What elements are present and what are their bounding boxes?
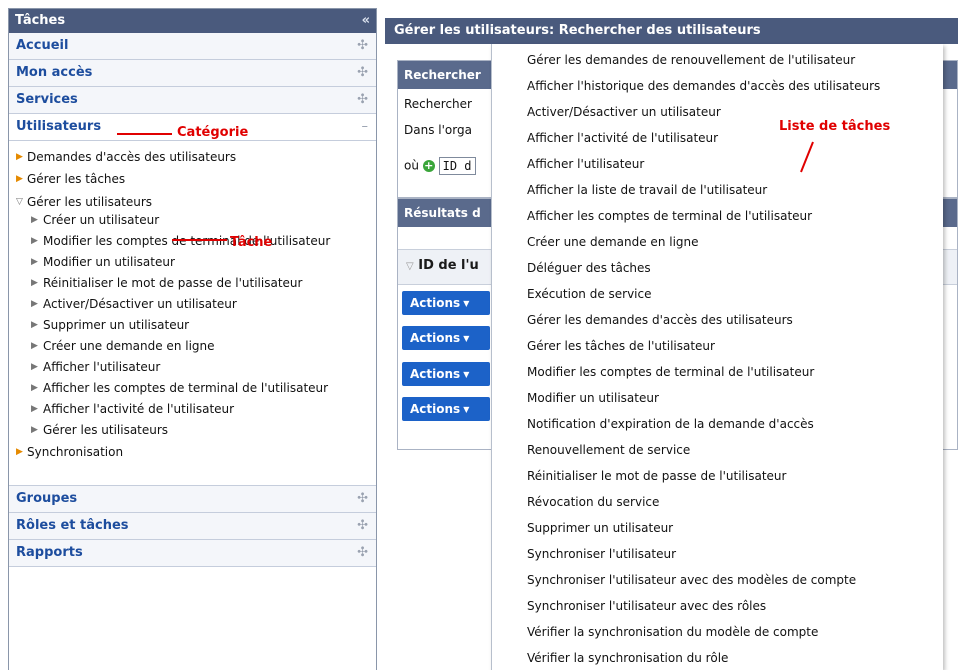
menu-item[interactable]: Renouvellement de service bbox=[527, 443, 690, 457]
triangle-right-icon: ▶ bbox=[31, 320, 38, 330]
collapse-icon[interactable]: « bbox=[362, 9, 370, 33]
menu-item[interactable]: Afficher l'historique des demandes d'acc… bbox=[527, 79, 880, 93]
tree-task[interactable]: Gérer les utilisateurs bbox=[43, 423, 168, 437]
actions-button[interactable]: Actions ▼ bbox=[402, 326, 490, 350]
category-mon-acces[interactable]: Mon accès ✣ bbox=[9, 60, 376, 87]
tree-node[interactable]: Gérer les tâches bbox=[27, 172, 125, 186]
menu-item[interactable]: Synchroniser l'utilisateur avec des modè… bbox=[527, 573, 856, 587]
triangle-right-icon: ▶ bbox=[31, 425, 38, 435]
triangle-right-icon: ▶ bbox=[16, 152, 23, 162]
actions-button[interactable]: Actions ▼ bbox=[402, 397, 490, 421]
triangle-right-icon: ▶ bbox=[31, 341, 38, 351]
category-label[interactable]: Services bbox=[16, 92, 78, 107]
menu-item[interactable]: Afficher la liste de travail de l'utilis… bbox=[527, 183, 767, 197]
tree-task[interactable]: Afficher l'utilisateur bbox=[43, 360, 160, 374]
task-annotation-line bbox=[172, 239, 227, 241]
category-rapports[interactable]: Rapports ✣ bbox=[9, 540, 376, 567]
tree-node[interactable]: Gérer les utilisateurs bbox=[27, 195, 152, 209]
triangle-right-icon: ▶ bbox=[31, 236, 38, 246]
triangle-right-icon: ▶ bbox=[31, 404, 38, 414]
menu-item[interactable]: Révocation du service bbox=[527, 495, 659, 509]
category-services[interactable]: Services ✣ bbox=[9, 87, 376, 114]
triangle-right-icon: ▶ bbox=[31, 362, 38, 372]
menu-item[interactable]: Modifier les comptes de terminal de l'ut… bbox=[527, 365, 814, 379]
menu-item[interactable]: Modifier un utilisateur bbox=[527, 391, 659, 405]
category-label[interactable]: Rôles et tâches bbox=[16, 518, 129, 533]
triangle-right-icon: ▶ bbox=[31, 215, 38, 225]
task-list-menu: Gérer les demandes de renouvellement de … bbox=[491, 44, 943, 670]
menu-item[interactable]: Afficher l'utilisateur bbox=[527, 157, 644, 171]
tree-task[interactable]: Créer une demande en ligne bbox=[43, 339, 215, 353]
menu-item[interactable]: Synchroniser l'utilisateur avec des rôle… bbox=[527, 599, 766, 613]
expand-icon[interactable]: ✣ bbox=[357, 518, 368, 533]
task-panel-title: Tâches bbox=[15, 13, 66, 28]
category-label[interactable]: Groupes bbox=[16, 491, 77, 506]
actions-button[interactable]: Actions ▼ bbox=[402, 362, 490, 386]
expand-icon[interactable]: ✣ bbox=[357, 38, 368, 53]
page-title: Gérer les utilisateurs: Rechercher des u… bbox=[385, 18, 958, 44]
category-label[interactable]: Utilisateurs bbox=[16, 119, 101, 134]
organization-label: Dans l'orga bbox=[404, 123, 472, 137]
menu-item[interactable]: Supprimer un utilisateur bbox=[527, 521, 673, 535]
tree-task[interactable]: Afficher l'activité de l'utilisateur bbox=[43, 402, 234, 416]
add-condition-icon[interactable]: + bbox=[422, 160, 435, 172]
category-label[interactable]: Rapports bbox=[16, 545, 83, 560]
menu-item[interactable]: Vérifier la synchronisation du rôle bbox=[527, 651, 728, 665]
category-annotation: Catégorie bbox=[177, 125, 249, 140]
menu-item[interactable]: Gérer les demandes d'accès des utilisate… bbox=[527, 313, 793, 327]
menu-item[interactable]: Activer/Désactiver un utilisateur bbox=[527, 105, 721, 119]
category-groupes[interactable]: Groupes ✣ bbox=[9, 486, 376, 513]
tree-task[interactable]: Activer/Désactiver un utilisateur bbox=[43, 297, 237, 311]
task-tree: ▶ Demandes d'accès des utilisateurs ▶ Gé… bbox=[9, 141, 376, 486]
actions-button[interactable]: Actions ▼ bbox=[402, 291, 490, 315]
menu-item[interactable]: Exécution de service bbox=[527, 287, 652, 301]
menu-item[interactable]: Synchroniser l'utilisateur bbox=[527, 547, 676, 561]
triangle-right-icon: ▶ bbox=[16, 174, 23, 184]
triangle-right-icon: ▶ bbox=[31, 257, 38, 267]
menu-item[interactable]: Gérer les tâches de l'utilisateur bbox=[527, 339, 715, 353]
triangle-right-icon: ▶ bbox=[31, 299, 38, 309]
triangle-right-icon: ▶ bbox=[31, 278, 38, 288]
menu-item[interactable]: Afficher les comptes de terminal de l'ut… bbox=[527, 209, 812, 223]
category-label[interactable]: Mon accès bbox=[16, 65, 92, 80]
category-annotation-line bbox=[117, 133, 172, 135]
where-row: où + ID d bbox=[404, 157, 476, 175]
menu-item[interactable]: Créer une demande en ligne bbox=[527, 235, 699, 249]
tree-node[interactable]: Synchronisation bbox=[27, 445, 123, 459]
tree-task[interactable]: Modifier les comptes de terminal de l'ut… bbox=[43, 234, 330, 248]
triangle-down-icon: ▽ bbox=[16, 197, 23, 207]
menu-item[interactable]: Réinitialiser le mot de passe de l'utili… bbox=[527, 469, 786, 483]
tree-task[interactable]: Afficher les comptes de terminal de l'ut… bbox=[43, 381, 328, 395]
task-panel-header: Tâches « bbox=[9, 9, 376, 33]
category-accueil[interactable]: Accueil ✣ bbox=[9, 33, 376, 60]
task-list-annotation-line bbox=[800, 141, 814, 173]
menu-item[interactable]: Vérifier la synchronisation du modèle de… bbox=[527, 625, 818, 639]
task-list-annotation: Liste de tâches bbox=[779, 119, 891, 134]
expand-icon[interactable]: ✣ bbox=[357, 92, 368, 107]
task-panel: Tâches « Accueil ✣ Mon accès ✣ Services … bbox=[8, 8, 377, 670]
menu-item[interactable]: Gérer les demandes de renouvellement de … bbox=[527, 53, 855, 67]
where-label: où bbox=[404, 158, 419, 173]
attribute-select[interactable]: ID d bbox=[438, 157, 476, 175]
task-annotation: Tâche bbox=[230, 235, 273, 250]
expand-icon[interactable]: ✣ bbox=[357, 545, 368, 560]
search-label: Rechercher bbox=[404, 97, 472, 111]
menu-item[interactable]: Déléguer des tâches bbox=[527, 261, 651, 275]
expand-icon[interactable]: ✣ bbox=[357, 65, 368, 80]
triangle-right-icon: ▶ bbox=[16, 447, 23, 457]
tree-node[interactable]: Demandes d'accès des utilisateurs bbox=[27, 150, 236, 164]
column-header-id[interactable]: ▽ ID de l'u bbox=[406, 258, 479, 273]
category-roles-taches[interactable]: Rôles et tâches ✣ bbox=[9, 513, 376, 540]
menu-item[interactable]: Notification d'expiration de la demande … bbox=[527, 417, 814, 431]
category-label[interactable]: Accueil bbox=[16, 38, 68, 53]
collapse-category-icon[interactable]: – bbox=[362, 119, 369, 134]
triangle-right-icon: ▶ bbox=[31, 383, 38, 393]
expand-icon[interactable]: ✣ bbox=[357, 491, 368, 506]
menu-item[interactable]: Afficher l'activité de l'utilisateur bbox=[527, 131, 718, 145]
tree-task[interactable]: Réinitialiser le mot de passe de l'utili… bbox=[43, 276, 302, 290]
tree-task[interactable]: Supprimer un utilisateur bbox=[43, 318, 189, 332]
tree-task[interactable]: Modifier un utilisateur bbox=[43, 255, 175, 269]
tree-task[interactable]: Créer un utilisateur bbox=[43, 213, 159, 227]
